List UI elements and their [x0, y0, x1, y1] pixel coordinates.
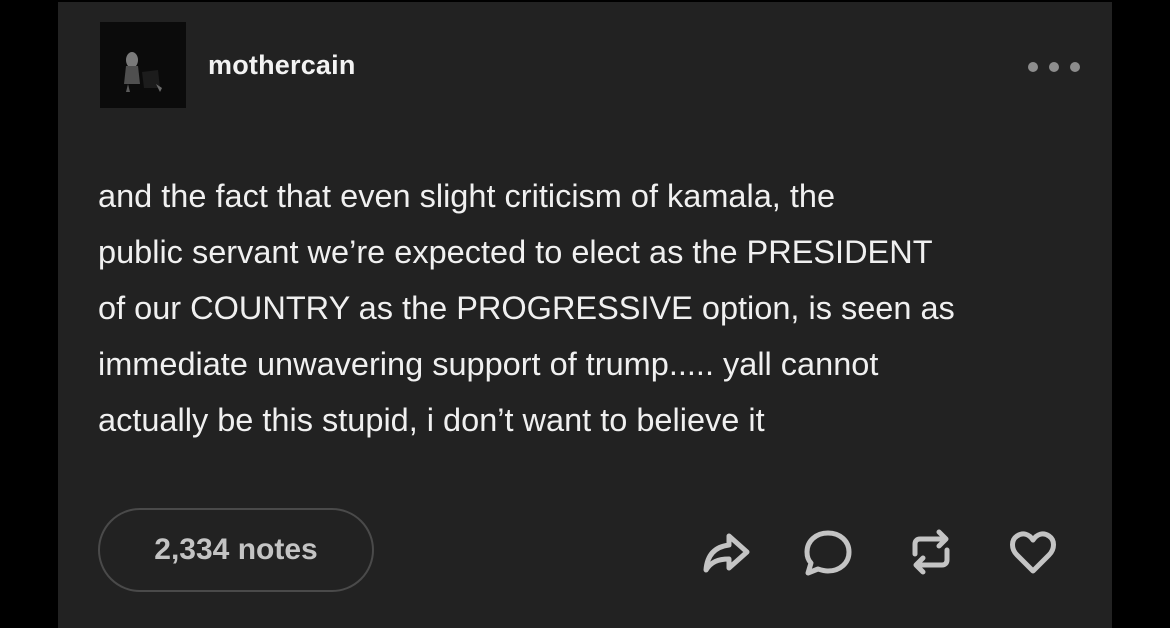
post-card: mothercain and the fact that even slight…: [58, 2, 1112, 628]
reblog-icon[interactable]: [903, 524, 959, 580]
heart-icon[interactable]: [1005, 524, 1061, 580]
avatar[interactable]: [100, 22, 186, 108]
dot: [1070, 62, 1080, 72]
share-icon[interactable]: [698, 524, 754, 580]
reply-icon[interactable]: [800, 524, 856, 580]
avatar-image: [100, 22, 186, 108]
notes-button[interactable]: 2,334 notes: [98, 508, 374, 592]
post-header: mothercain: [100, 22, 356, 108]
dot: [1028, 62, 1038, 72]
more-options-icon[interactable]: [1028, 56, 1080, 78]
dot: [1049, 62, 1059, 72]
username[interactable]: mothercain: [208, 50, 356, 81]
post-body: and the fact that even slight criticism …: [98, 178, 955, 438]
